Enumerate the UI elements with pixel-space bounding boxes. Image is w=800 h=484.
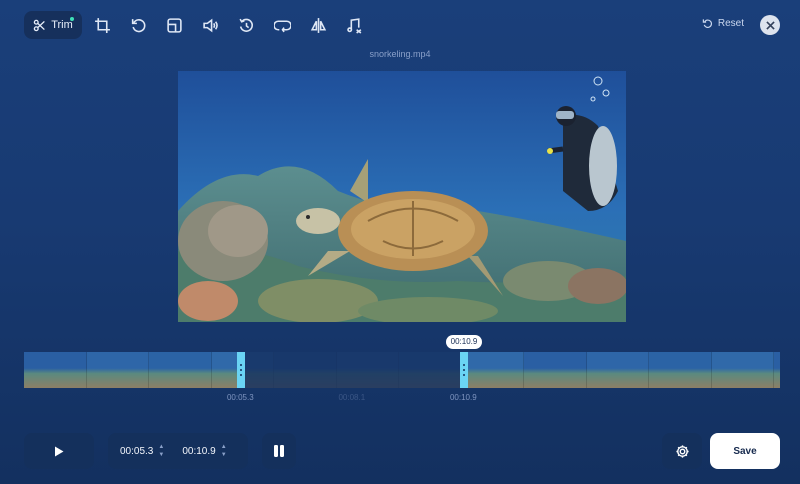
active-dot [70,17,74,21]
speed-icon [238,18,253,32]
remove-audio-button[interactable] [336,10,372,40]
loop-icon [273,19,291,32]
volume-icon [202,18,218,32]
up-arrow-icon[interactable]: ▲ [221,444,227,450]
crop-button[interactable] [84,10,120,40]
close-button[interactable] [760,15,780,35]
resize-icon [166,17,182,33]
end-time-bubble: 00:10.9 [445,335,482,349]
remove-audio-icon [346,17,361,34]
timeline-thumbnail [711,352,774,388]
crop-icon [94,17,110,33]
timeline-thumbnail [86,352,149,388]
end-time-tick: 00:10.9 [449,393,477,402]
flip-button[interactable] [300,10,336,40]
editor-toolbar: Trim [24,10,372,40]
close-icon [765,20,775,30]
time-range-fields: 00:05.3 ▲ ▼ 00:10.9 ▲ ▼ [108,433,248,469]
up-arrow-icon[interactable]: ▲ [158,444,164,450]
play-icon [55,446,64,456]
trimmed-out-region [244,352,460,388]
scissors-icon [33,19,46,31]
timeline-thumbnail [524,352,587,388]
end-time-stepper[interactable]: ▲ ▼ [221,444,227,458]
trim-end-handle[interactable] [459,352,468,388]
timeline-thumbnail [24,352,87,388]
video-preview[interactable] [178,71,626,322]
start-time-stepper[interactable]: ▲ ▼ [158,444,164,458]
split-button[interactable] [262,433,296,469]
trim-label: Trim [51,19,73,31]
save-button[interactable]: Save [710,433,780,469]
start-time-tick: 00:05.3 [226,393,254,402]
timeline-track[interactable] [24,352,780,388]
play-button[interactable] [24,433,94,469]
undo-icon [702,19,712,28]
reset-label: Reset [717,18,744,29]
resize-button[interactable] [156,10,192,40]
start-time-field[interactable]: 00:05.3 ▲ ▼ [108,444,170,458]
down-arrow-icon[interactable]: ▼ [221,452,227,458]
flip-icon [310,17,326,33]
timeline-thumbnail [461,352,524,388]
timeline-thumbnail [774,352,780,388]
start-time-value: 00:05.3 [120,445,154,457]
rotate-button[interactable] [120,10,156,40]
timeline-thumbnail [649,352,712,388]
middle-time-tick: 00:08.1 [338,393,366,402]
timeline-thumbnail [149,352,212,388]
end-time-field[interactable]: 00:10.9 ▲ ▼ [170,444,232,458]
timeline-thumbnail [586,352,649,388]
rotate-icon [131,18,145,32]
settings-button[interactable] [662,433,702,469]
loop-button[interactable] [264,10,300,40]
volume-button[interactable] [192,10,228,40]
trim-button[interactable]: Trim [24,11,82,39]
reset-button[interactable]: Reset [702,18,744,29]
speed-button[interactable] [228,10,264,40]
down-arrow-icon[interactable]: ▼ [158,452,164,458]
split-icon [274,445,284,457]
end-time-value: 00:10.9 [182,445,216,457]
trim-start-handle[interactable] [236,352,245,388]
gear-icon [675,444,689,458]
file-name: snorkeling.mp4 [369,49,431,59]
